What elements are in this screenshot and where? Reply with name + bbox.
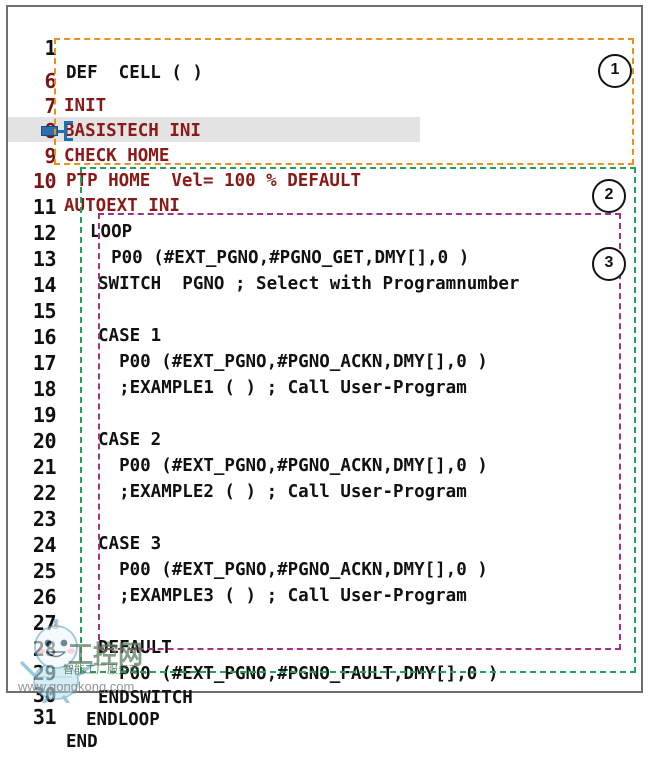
code-line[interactable]: 18	[8, 352, 641, 401]
watermark-tagline: 智能工厂服务商	[63, 663, 140, 676]
code-line[interactable]: 6 INIT	[8, 44, 641, 116]
code-line[interactable]: 12 P00 (#EXT_PGNO,#PGNO_GET,DMY[],0 )	[8, 196, 641, 268]
code-line[interactable]: 11 LOOP	[8, 170, 641, 242]
screenshot-root: 1 DEF CELL ( ) 6 INIT 7 BASISTECH INI 8 …	[0, 0, 649, 752]
code-line[interactable]: 24 P00 (#EXT_PGNO,#PGNO_ACKN,DMY[],0 )	[8, 508, 641, 580]
code-line[interactable]: 27 DEFAULT	[8, 586, 641, 658]
code-line[interactable]: 23 CASE 3	[8, 482, 641, 554]
watermark-url: www.gongkong.com	[18, 679, 135, 694]
code-line[interactable]: 1 DEF CELL ( )	[8, 11, 641, 83]
code-line[interactable]: 10 AUTOEXT INI	[8, 144, 641, 216]
bookmark-marker[interactable]	[41, 126, 58, 136]
line-text: END	[66, 732, 98, 752]
code-line[interactable]: 19 CASE 2	[8, 378, 641, 450]
code-line[interactable]: 25 ;EXAMPLE3 ( ) ; Call User-Program	[8, 534, 641, 606]
code-line-current[interactable]: 9 PTP HOME Vel= 100 % DEFAULT	[8, 119, 641, 191]
code-line[interactable]: 17 ;EXAMPLE1 ( ) ; Call User-Program	[8, 326, 641, 398]
code-line[interactable]: 28 P00 (#EXT_PGNO,#PGNO_FAULT,DMY[],0 )	[8, 612, 641, 684]
text-cursor-icon	[64, 121, 73, 141]
code-listing[interactable]: 1 DEF CELL ( ) 6 INIT 7 BASISTECH INI 8 …	[8, 7, 641, 752]
code-line[interactable]: 13 SWITCH PGNO ; Select with Programnumb…	[8, 222, 641, 294]
code-line[interactable]: 8 CHECK HOME	[8, 94, 641, 166]
code-line[interactable]: 21 ;EXAMPLE2 ( ) ; Call User-Program	[8, 430, 641, 502]
callout-3: 3	[592, 247, 626, 281]
code-line[interactable]: 26	[8, 560, 641, 609]
watermark-registered-mark: ®	[52, 621, 59, 631]
code-line[interactable]: 20 P00 (#EXT_PGNO,#PGNO_ACKN,DMY[],0 )	[8, 404, 641, 476]
callout-1: 1	[598, 54, 632, 88]
code-editor-frame: 1 DEF CELL ( ) 6 INIT 7 BASISTECH INI 8 …	[6, 5, 643, 752]
callout-2: 2	[592, 179, 626, 213]
code-line[interactable]: 15 CASE 1	[8, 274, 641, 346]
line-number: 31	[32, 705, 57, 729]
code-line[interactable]: 14	[8, 248, 641, 297]
code-line[interactable]: 7 BASISTECH INI	[8, 69, 641, 141]
code-line[interactable]: 22	[8, 456, 641, 505]
code-line[interactable]: 16 P00 (#EXT_PGNO,#PGNO_ACKN,DMY[],0 )	[8, 300, 641, 372]
